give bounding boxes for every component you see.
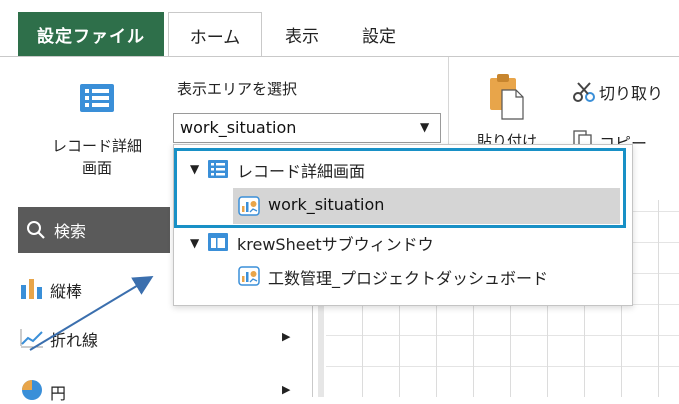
chevron-right-icon[interactable]: ▶	[282, 383, 290, 396]
scissors-icon[interactable]	[573, 82, 595, 102]
chevron-right-icon[interactable]: ▶	[282, 330, 290, 343]
area-select-label: 表示エリアを選択	[177, 80, 298, 98]
search-bar[interactable]: 検索	[18, 207, 170, 253]
tree-item-project-dashboard[interactable]: 工数管理_プロジェクトダッシュボード	[268, 265, 548, 289]
dropdown-arrow-icon[interactable]: ▼	[420, 120, 429, 134]
subwindow-icon	[208, 233, 228, 251]
annotation-highlight-box	[174, 148, 626, 228]
area-select[interactable]: work_situation	[173, 113, 441, 143]
expand-toggle-icon[interactable]: ▼	[190, 236, 199, 250]
annotation-arrow	[29, 275, 154, 351]
tab-settings[interactable]: 設定	[362, 22, 396, 47]
paste-icon[interactable]	[488, 72, 524, 120]
tab-view[interactable]: 表示	[285, 22, 319, 47]
tab-home[interactable]: ホーム	[168, 12, 262, 57]
dashboard-icon	[238, 266, 260, 286]
sidebar-item-pie[interactable]: 円	[50, 380, 66, 404]
cut-label[interactable]: 切り取り	[599, 80, 663, 104]
tree-item-krewsheet-subwindow[interactable]: krewSheetサブウィンドウ	[237, 231, 434, 255]
record-detail-icon[interactable]	[80, 84, 114, 112]
search-icon	[27, 221, 45, 239]
tab-file[interactable]: 設定ファイル	[18, 12, 164, 57]
record-detail-label[interactable]: レコード詳細 画面	[40, 135, 154, 179]
search-label: 検索	[54, 222, 87, 241]
